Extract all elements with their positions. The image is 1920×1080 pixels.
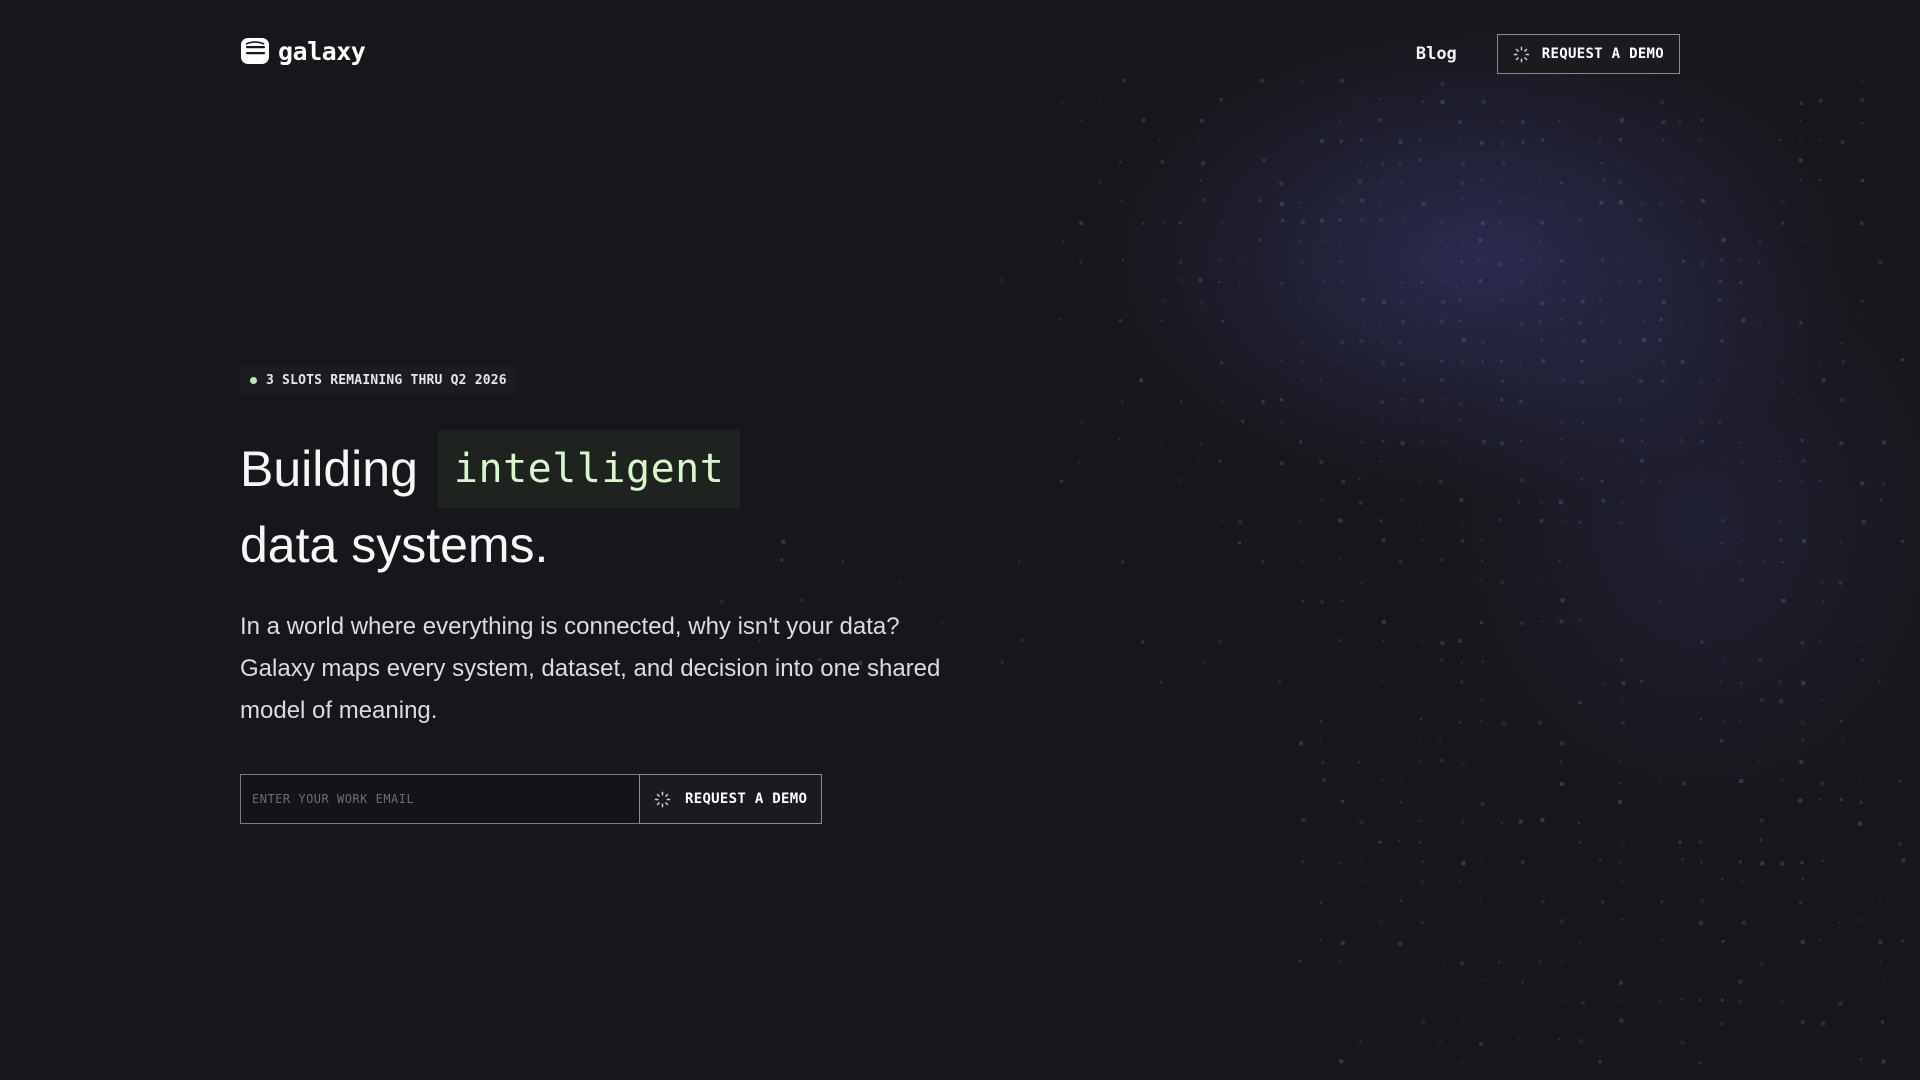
header-request-demo-button[interactable]: REQUEST A DEMO [1496, 34, 1680, 74]
loading-spinner-icon [1513, 46, 1530, 62]
hero-headline: Building intelligent data systems. [240, 430, 741, 582]
signup-request-demo-label: REQUEST A DEMO [685, 791, 808, 807]
headline-highlight: intelligent [437, 430, 741, 508]
headline-word: Building [240, 441, 418, 497]
signup-request-demo-button[interactable]: REQUEST A DEMO [639, 774, 823, 824]
status-dot-icon [250, 376, 257, 384]
headline-line-2: data systems. [240, 517, 549, 573]
logo[interactable]: galaxy [240, 36, 366, 66]
nav-link-blog[interactable]: Blog [1416, 44, 1457, 64]
logo-wordmark: galaxy [278, 36, 366, 66]
headline-line-1: Building intelligent [240, 430, 741, 508]
status-badge-text: 3 SLOTS REMAINING THRU Q2 2026 [266, 372, 507, 388]
header-request-demo-label: REQUEST A DEMO [1541, 46, 1664, 62]
landing-page: galaxy Blog REQUEST A DEMO 3 SLOTS REMAI… [0, 0, 1920, 1080]
signup-form: REQUEST A DEMO [240, 774, 823, 824]
work-email-input[interactable] [240, 774, 639, 824]
database-stack-icon [241, 38, 269, 64]
hero-subtitle: In a world where everything is connected… [240, 613, 941, 724]
status-badge: 3 SLOTS REMAINING THRU Q2 2026 [240, 366, 517, 394]
top-nav: Blog REQUEST A DEMO [1416, 34, 1680, 74]
loading-spinner-icon [654, 791, 671, 807]
